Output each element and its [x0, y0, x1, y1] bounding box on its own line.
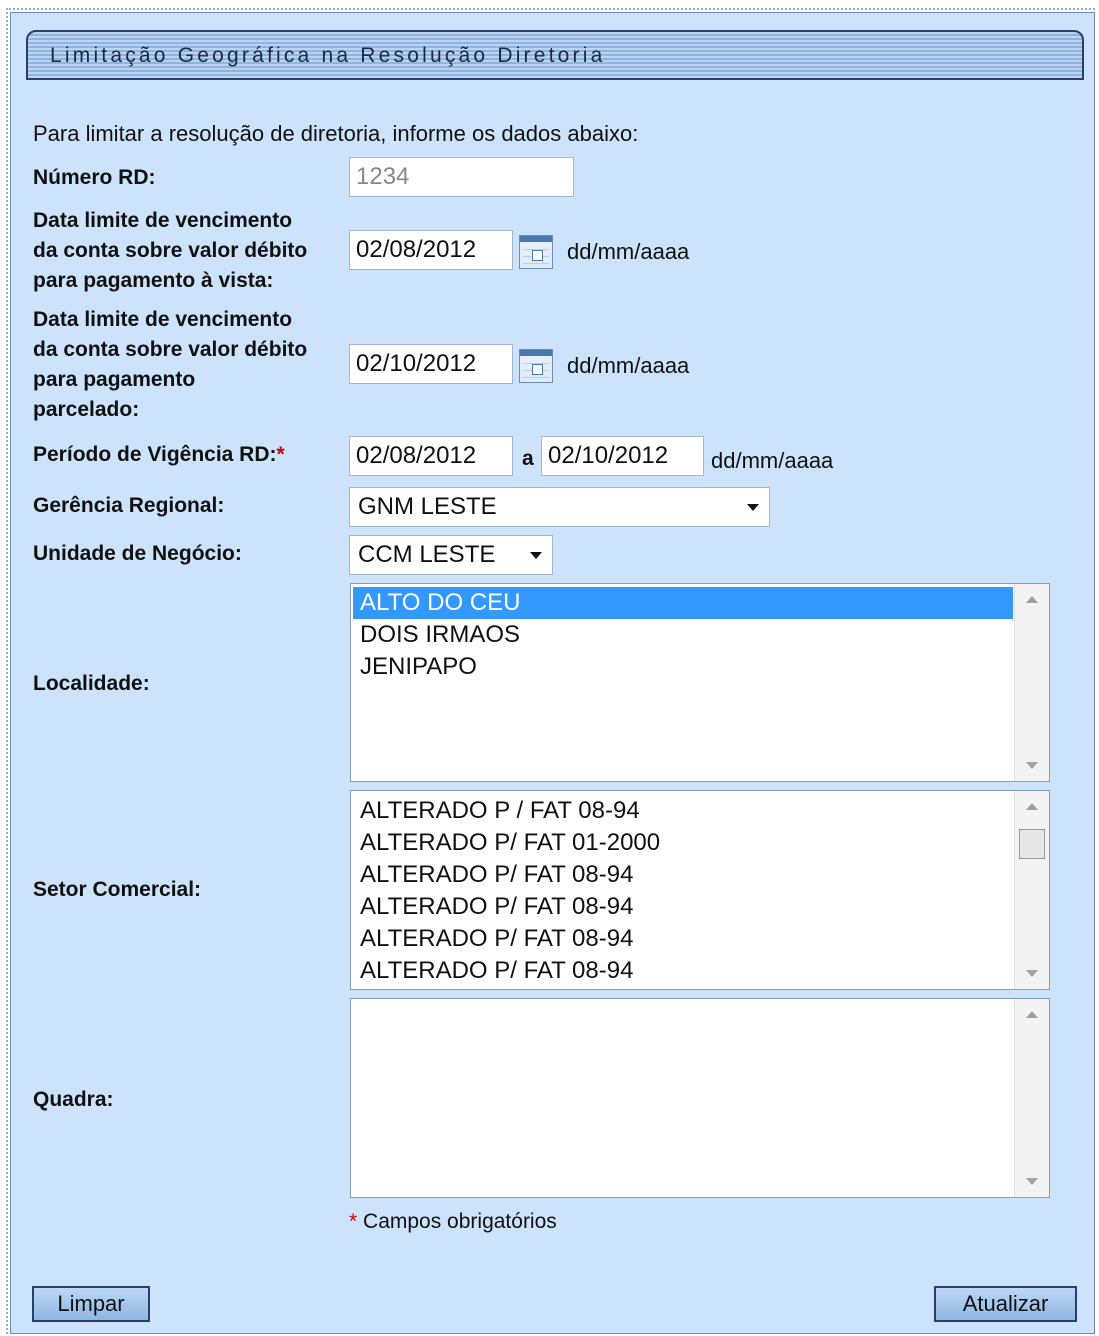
- localidade-label: Localidade:: [33, 672, 150, 695]
- numero-rd-label: Número RD:: [33, 166, 156, 189]
- list-item[interactable]: ALTO DO CEU: [353, 587, 1013, 619]
- list-item[interactable]: ALTERADO P/ FAT 08-94: [353, 955, 1013, 987]
- scroll-up-icon[interactable]: [1026, 596, 1038, 603]
- list-item[interactable]: ALTERADO P/ FAT 08-94: [353, 923, 1013, 955]
- page-title: Limitação Geográfica na Resolução Direto…: [50, 44, 606, 67]
- data-parcelado-label: Data limite de vencimento da conta sobre…: [33, 305, 307, 425]
- data-avista-label: Data limite de vencimento da conta sobre…: [33, 206, 307, 296]
- scroll-up-icon[interactable]: [1026, 803, 1038, 810]
- scroll-down-icon[interactable]: [1026, 762, 1038, 769]
- data-parcelado-input[interactable]: 02/10/2012: [349, 344, 513, 384]
- periodo-end-input[interactable]: 02/10/2012: [541, 436, 704, 476]
- unidade-label: Unidade de Negócio:: [33, 542, 242, 565]
- chevron-down-icon: [747, 504, 759, 511]
- intro-text: Para limitar a resolução de diretoria, i…: [33, 121, 639, 146]
- date-format-hint: dd/mm/aaaa: [567, 353, 690, 378]
- scroll-down-icon[interactable]: [1026, 1178, 1038, 1185]
- required-mark: *: [349, 1210, 358, 1233]
- date-format-hint: dd/mm/aaaa: [711, 448, 834, 473]
- label-line: parcelado:: [33, 398, 140, 421]
- list-item[interactable]: ALTERADO P/ FAT 08-94: [353, 859, 1013, 891]
- periodo-start-input[interactable]: 02/08/2012: [349, 436, 513, 476]
- label-line: Data limite de vencimento: [33, 308, 293, 331]
- label-line: para pagamento: [33, 368, 196, 391]
- list-item[interactable]: ALTERADO P/ FAT 08-94: [353, 891, 1013, 923]
- numero-rd-input[interactable]: 1234: [349, 157, 574, 197]
- calendar-icon[interactable]: [519, 235, 553, 269]
- setor-label: Setor Comercial:: [33, 878, 202, 901]
- setor-listbox[interactable]: ALTERADO P / FAT 08-94 ALTERADO P/ FAT 0…: [350, 790, 1050, 990]
- required-mark: *: [276, 443, 285, 466]
- list-item[interactable]: DOIS IRMAOS: [353, 619, 1013, 651]
- quadra-label: Quadra:: [33, 1088, 114, 1111]
- label-line: Data limite de vencimento: [33, 209, 293, 232]
- chevron-down-icon: [530, 552, 542, 559]
- calendar-icon[interactable]: [519, 349, 553, 383]
- scrollbar[interactable]: [1014, 999, 1049, 1197]
- list-item[interactable]: ALTERADO P / FAT 08-94: [353, 795, 1013, 827]
- title-bar: Limitação Geográfica na Resolução Direto…: [26, 30, 1084, 80]
- date-format-hint: dd/mm/aaaa: [567, 239, 690, 264]
- scroll-down-icon[interactable]: [1026, 970, 1038, 977]
- unidade-selected-value: CCM LESTE: [358, 541, 496, 568]
- list-item[interactable]: ALTERADO P/ FAT 01-2000: [353, 827, 1013, 859]
- scrollbar[interactable]: [1014, 584, 1049, 781]
- periodo-separator: a: [522, 447, 534, 470]
- required-note: * Campos obrigatórios: [349, 1210, 557, 1234]
- unidade-select[interactable]: CCM LESTE: [349, 535, 553, 575]
- scroll-up-icon[interactable]: [1026, 1011, 1038, 1018]
- quadra-listbox[interactable]: [350, 998, 1050, 1198]
- list-item[interactable]: JENIPAPO: [353, 651, 1013, 683]
- gerencia-select[interactable]: GNM LESTE: [349, 487, 770, 527]
- scroll-thumb[interactable]: [1019, 829, 1045, 859]
- label-line: para pagamento à vista:: [33, 269, 274, 292]
- label-line: da conta sobre valor débito: [33, 338, 308, 361]
- required-note-text: Campos obrigatórios: [357, 1210, 557, 1233]
- limpar-button[interactable]: Limpar: [32, 1286, 150, 1322]
- periodo-label-text: Período de Vigência RD:: [33, 443, 277, 466]
- localidade-listbox[interactable]: ALTO DO CEU DOIS IRMAOS JENIPAPO: [350, 583, 1050, 782]
- label-line: da conta sobre valor débito: [33, 239, 308, 262]
- atualizar-button[interactable]: Atualizar: [934, 1286, 1077, 1322]
- gerencia-selected-value: GNM LESTE: [358, 493, 497, 520]
- data-avista-input[interactable]: 02/08/2012: [349, 230, 513, 270]
- gerencia-label: Gerência Regional:: [33, 494, 225, 517]
- periodo-label: Período de Vigência RD:*: [33, 440, 285, 470]
- scrollbar[interactable]: [1014, 791, 1049, 989]
